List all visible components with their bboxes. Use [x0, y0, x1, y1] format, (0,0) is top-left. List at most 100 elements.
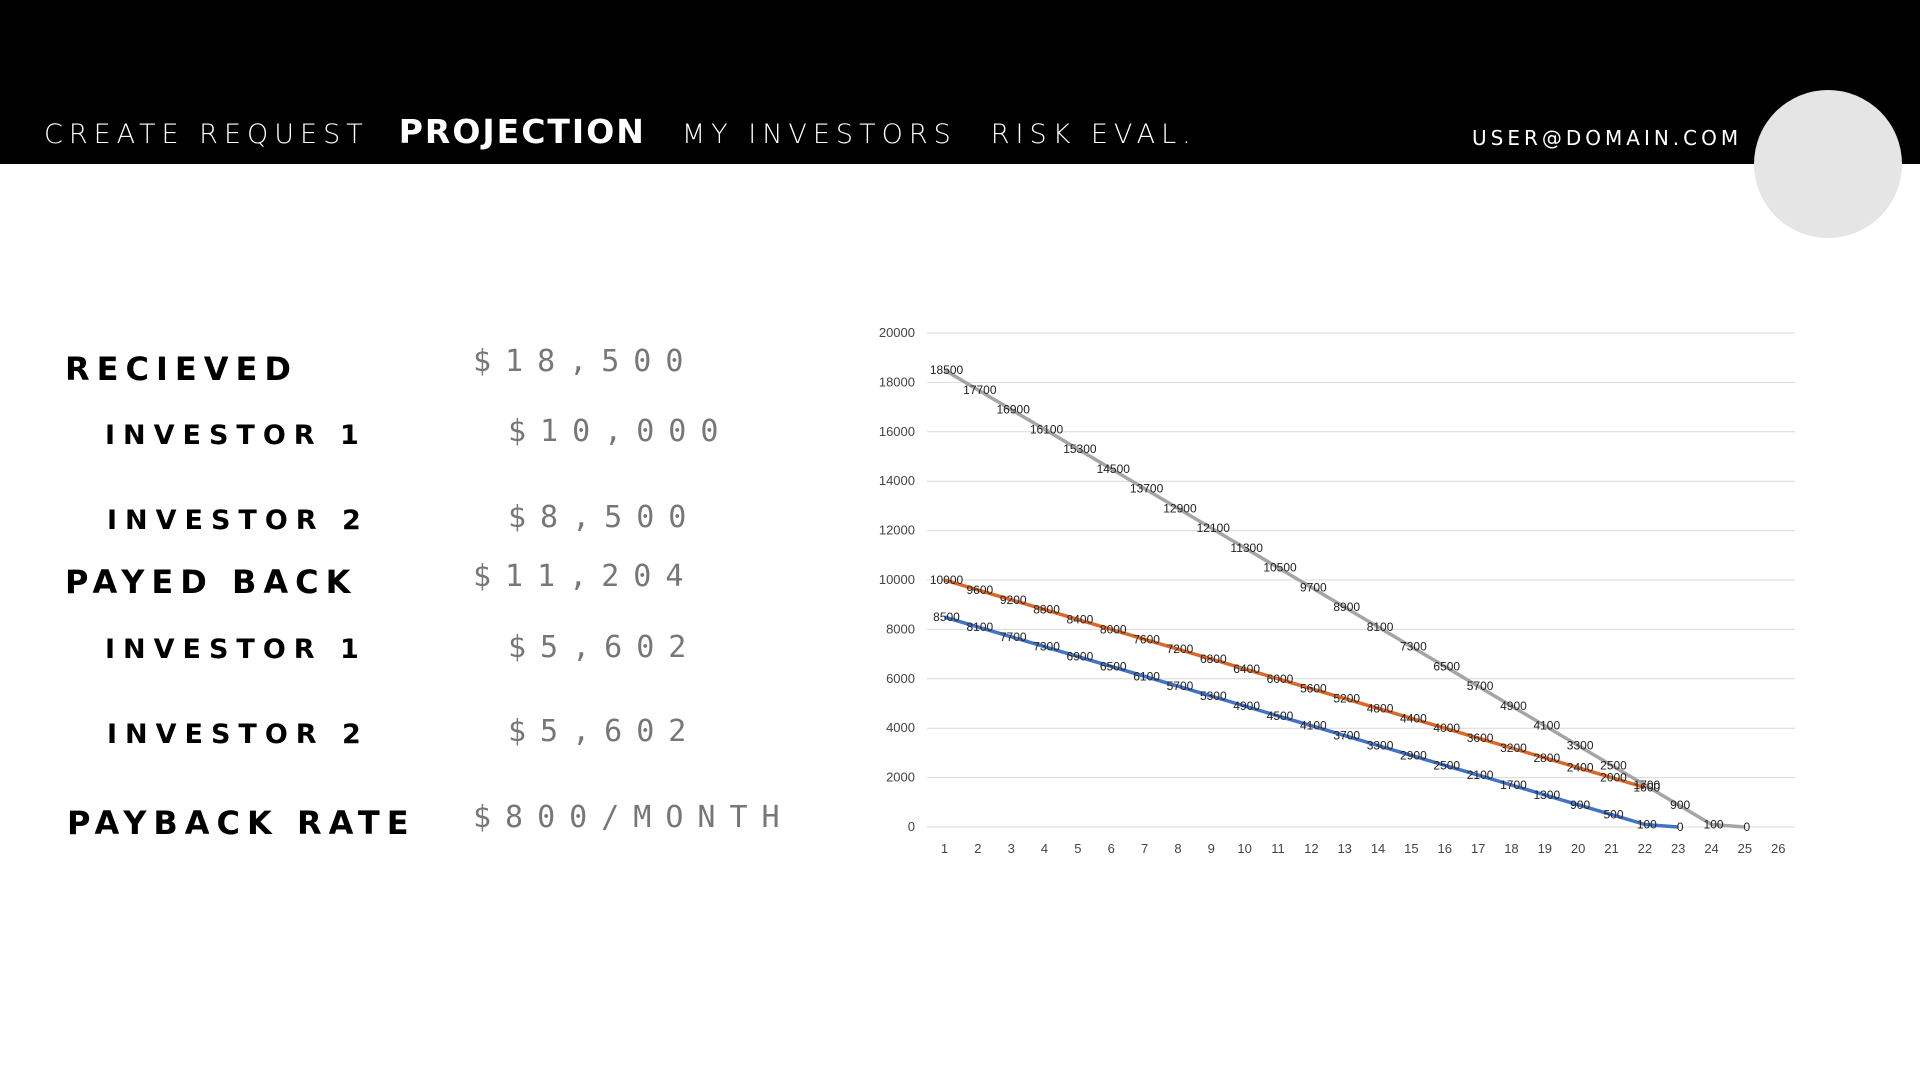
data-label: 4800: [1367, 701, 1394, 715]
y-tick-label: 12000: [879, 523, 915, 538]
data-label: 0: [1677, 820, 1684, 834]
x-tick-label: 5: [1074, 841, 1081, 856]
data-label: 100: [1704, 818, 1724, 832]
y-tick-label: 10000: [879, 572, 915, 587]
data-label: 13700: [1130, 482, 1164, 496]
received-investor2-label: INVESTOR 2: [107, 505, 369, 536]
x-tick-label: 7: [1141, 841, 1148, 856]
x-tick-label: 16: [1438, 841, 1452, 856]
data-label: 900: [1670, 798, 1690, 812]
x-tick-label: 21: [1604, 841, 1618, 856]
data-label: 5300: [1200, 689, 1227, 703]
data-label: 2400: [1567, 761, 1594, 775]
y-tick-label: 20000: [879, 325, 915, 340]
x-tick-label: 13: [1337, 841, 1351, 856]
y-tick-label: 2000: [886, 770, 915, 785]
data-label: 6100: [1133, 669, 1160, 683]
payed-back-value: $11,204: [473, 559, 698, 594]
x-tick-label: 20: [1571, 841, 1585, 856]
data-label: 6000: [1267, 672, 1294, 686]
data-label: 1300: [1533, 788, 1560, 802]
data-label: 7300: [1033, 640, 1060, 654]
data-label: 6500: [1100, 659, 1127, 673]
data-label: 10500: [1263, 561, 1297, 575]
data-label: 14500: [1097, 462, 1131, 476]
data-label: 7700: [1000, 630, 1027, 644]
data-label: 6800: [1200, 652, 1227, 666]
data-label: 4400: [1400, 711, 1427, 725]
data-label: 16100: [1030, 422, 1064, 436]
projection-line-chart: 0200040006000800010000120001400016000180…: [879, 325, 1795, 856]
y-tick-label: 8000: [886, 621, 915, 636]
data-label: 4100: [1533, 719, 1560, 733]
data-label: 2500: [1433, 758, 1460, 772]
data-label: 1600: [1633, 780, 1660, 794]
x-tick-label: 14: [1371, 841, 1385, 856]
data-label: 5700: [1167, 679, 1194, 693]
data-label: 8000: [1100, 622, 1127, 636]
y-tick-label: 14000: [879, 473, 915, 488]
data-label: 8400: [1067, 613, 1094, 627]
y-tick-label: 16000: [879, 424, 915, 439]
payed-investor1-label: INVESTOR 1: [105, 634, 367, 665]
data-label: 2000: [1600, 771, 1627, 785]
data-label: 17700: [963, 383, 997, 397]
y-tick-label: 4000: [886, 720, 915, 735]
x-tick-label: 1: [941, 841, 948, 856]
data-label: 12900: [1163, 501, 1197, 515]
data-label: 7300: [1400, 640, 1427, 654]
data-label: 1700: [1500, 778, 1527, 792]
x-tick-label: 2: [974, 841, 981, 856]
data-label: 9200: [1000, 593, 1027, 607]
data-label: 6500: [1433, 659, 1460, 673]
payed-back-label: PAYED BACK: [65, 563, 358, 601]
data-label: 4000: [1433, 721, 1460, 735]
data-label: 6400: [1233, 662, 1260, 676]
nav-projection[interactable]: PROJECTION: [399, 112, 646, 151]
data-label: 8900: [1333, 600, 1360, 614]
x-tick-label: 12: [1304, 841, 1318, 856]
data-label: 9700: [1300, 580, 1327, 594]
received-investor1-value: $10,000: [508, 414, 733, 449]
x-tick-label: 6: [1108, 841, 1115, 856]
x-tick-label: 11: [1271, 841, 1285, 856]
received-investor2-value: $8,500: [508, 500, 701, 535]
data-label: 4900: [1233, 699, 1260, 713]
received-label: RECIEVED: [65, 350, 298, 388]
data-label: 6900: [1067, 650, 1094, 664]
y-tick-label: 0: [908, 819, 915, 834]
user-email[interactable]: USER@DOMAIN.COM: [1472, 126, 1742, 150]
x-tick-label: 8: [1174, 841, 1181, 856]
nav-risk-eval[interactable]: RISK EVAL.: [991, 119, 1197, 150]
data-label: 8800: [1033, 603, 1060, 617]
data-label: 8100: [1367, 620, 1394, 634]
avatar[interactable]: [1754, 90, 1902, 238]
x-tick-label: 15: [1404, 841, 1418, 856]
data-label: 12100: [1197, 521, 1231, 535]
data-label: 3700: [1333, 729, 1360, 743]
x-tick-label: 4: [1041, 841, 1048, 856]
payed-investor1-value: $5,602: [508, 630, 701, 665]
nav-my-investors[interactable]: MY INVESTORS: [682, 119, 957, 150]
x-tick-label: 19: [1538, 841, 1552, 856]
data-label: 10000: [930, 573, 964, 587]
data-label: 5700: [1467, 679, 1494, 693]
data-label: 7600: [1133, 632, 1160, 646]
x-tick-label: 26: [1771, 841, 1785, 856]
x-tick-label: 10: [1237, 841, 1251, 856]
data-label: 8500: [933, 610, 960, 624]
data-label: 100: [1637, 818, 1657, 832]
data-label: 4900: [1500, 699, 1527, 713]
data-label: 3200: [1500, 741, 1527, 755]
nav-create-request[interactable]: CREATE REQUEST: [44, 119, 369, 150]
data-label: 11300: [1230, 541, 1263, 555]
data-label: 3300: [1367, 738, 1394, 752]
data-label: 3600: [1467, 731, 1494, 745]
main-nav: CREATE REQUEST PROJECTION MY INVESTORS R…: [44, 112, 1197, 151]
x-tick-label: 24: [1704, 841, 1718, 856]
data-label: 2800: [1533, 751, 1560, 765]
data-label: 500: [1603, 808, 1623, 822]
data-label: 0: [1744, 820, 1751, 834]
data-label: 16900: [997, 403, 1031, 417]
data-label: 900: [1570, 798, 1590, 812]
